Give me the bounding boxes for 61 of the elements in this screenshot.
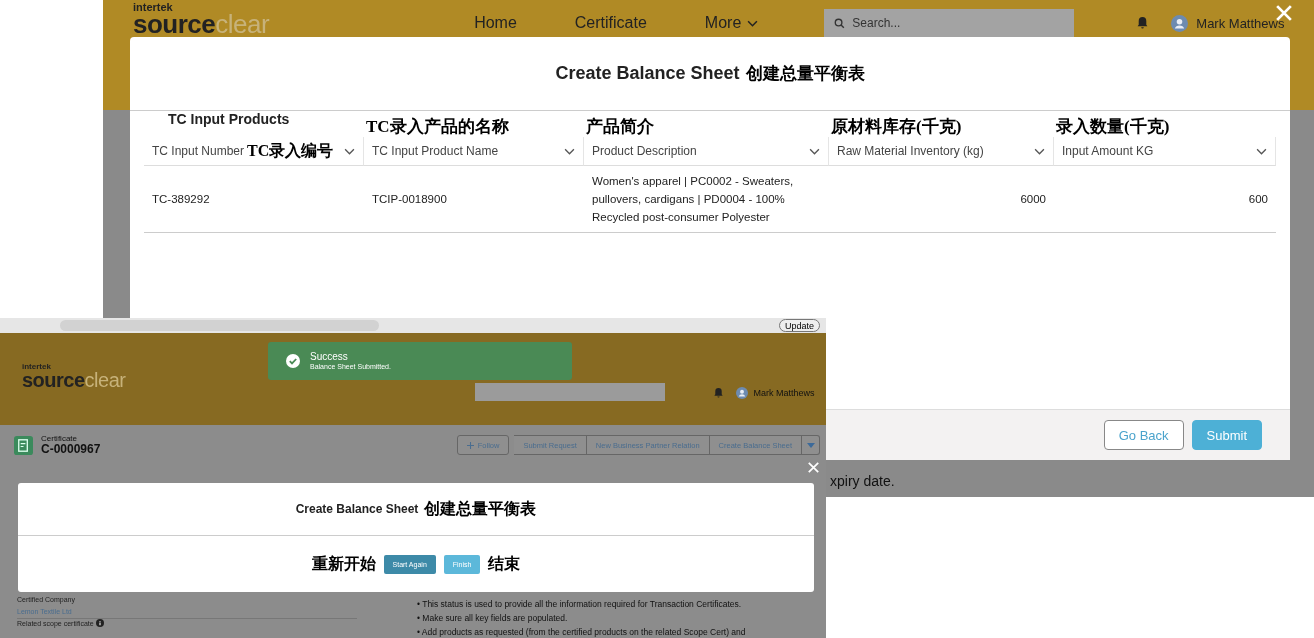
search-field[interactable]: Search... xyxy=(824,9,1075,37)
logo-text: sourceclear xyxy=(133,13,270,37)
card-title: TC Input Products xyxy=(168,111,290,127)
certificate-icon xyxy=(14,435,33,455)
close-icon[interactable] xyxy=(808,462,819,473)
plus-icon xyxy=(466,442,474,449)
bullet-text: • This status is used to provide all the information required for Transaction Certificates. xyxy=(417,598,743,611)
table-cell-text: 6000 xyxy=(1020,192,1046,207)
annotation-text: 结束 xyxy=(488,553,521,574)
nav-link[interactable]: Home xyxy=(474,14,517,32)
annotation-text: 创建总量平衡表 xyxy=(424,498,537,519)
column-header[interactable]: TC Input Product Name xyxy=(364,137,584,166)
record-name: C-0000967 xyxy=(41,442,101,456)
logo-text: sourceclear xyxy=(22,371,126,389)
chevron-icon xyxy=(747,19,759,27)
check-icon xyxy=(286,354,300,368)
annotation-text: 重新开始 xyxy=(311,553,376,574)
logo-small-text: intertek xyxy=(133,2,174,13)
column-header[interactable]: Product Description xyxy=(584,137,829,166)
update-button[interactable]: Update xyxy=(778,319,820,332)
annotation-text: 产品简介 xyxy=(586,117,654,137)
page-text: xpiry date. xyxy=(830,473,895,489)
annotation-text: 创建总量平衡表 xyxy=(745,63,865,85)
chevron-icon xyxy=(809,147,820,155)
caret-icon xyxy=(806,442,815,448)
bell-icon[interactable] xyxy=(713,387,725,398)
nav-link[interactable]: Certificate xyxy=(574,14,647,32)
chevron-icon xyxy=(1256,147,1267,155)
record-type: Certificate xyxy=(41,434,78,443)
table-cell-text: 600 xyxy=(1248,192,1268,207)
bullet-text: • Make sure all key fields are populated. xyxy=(417,612,569,625)
info-icon[interactable] xyxy=(95,619,104,627)
column-header[interactable]: Input Amount KG xyxy=(1054,137,1276,166)
bell-icon[interactable] xyxy=(1136,16,1150,29)
search-field[interactable] xyxy=(475,383,666,401)
modal-title: Create Balance Sheet xyxy=(295,502,419,516)
logo-small-text: intertek xyxy=(22,363,52,371)
avatar-icon[interactable] xyxy=(736,387,749,399)
column-header[interactable]: TC Input Number TC录入编号 xyxy=(144,137,364,166)
table-cell-text: Women's apparel | PC0002 - Sweaters, pullovers, cardigans | PD0004 - 100% Recycled post-consumer Polyester xyxy=(592,174,795,225)
avatar-icon[interactable] xyxy=(1171,15,1189,32)
annotation-text: TC录入产品的名称 xyxy=(366,117,509,137)
annotation-text: 原材料库存(千克) xyxy=(831,117,962,137)
toast-title: Success xyxy=(310,351,349,363)
annotation-text: 录入数量(千克) xyxy=(1056,117,1170,137)
annotation-text: TC录入编号 xyxy=(247,140,334,161)
close-icon[interactable] xyxy=(1276,5,1292,21)
table-cell-text: TC-389292 xyxy=(152,192,210,207)
more-actions-button[interactable] xyxy=(802,435,820,455)
column-header[interactable]: Raw Material Inventory (kg) xyxy=(829,137,1054,166)
chevron-icon xyxy=(344,147,355,155)
table-cell-text: TCIP-0018900 xyxy=(372,192,447,207)
back-button[interactable]: Go Back xyxy=(1103,420,1184,450)
user-name[interactable]: Mark Matthews xyxy=(753,388,815,398)
bullet-text: • Add products as requested (from the certified products on the related Scope Cert) and xyxy=(417,626,746,638)
user-name[interactable]: Mark Matthews xyxy=(1196,16,1285,31)
modal-title: Create Balance Sheet xyxy=(555,63,740,84)
search-icon xyxy=(834,18,846,29)
chevron-icon xyxy=(564,147,575,155)
nav-link[interactable]: More xyxy=(704,14,759,32)
chevron-icon xyxy=(1034,147,1045,155)
